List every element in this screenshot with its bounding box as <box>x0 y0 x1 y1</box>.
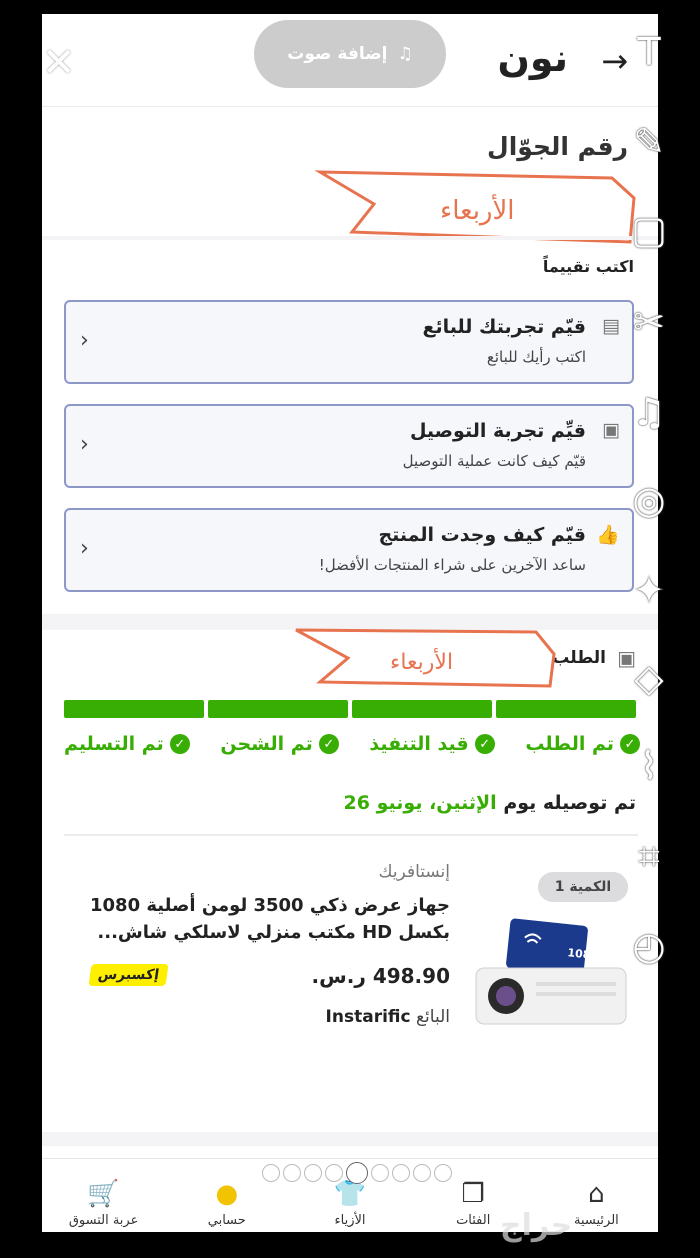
nav-label: الأزياء <box>334 1213 366 1228</box>
delivery-box-icon: ▣ <box>602 419 620 441</box>
add-audio-button[interactable]: ♫ إضافة صوت <box>254 20 446 88</box>
page-dot-active <box>346 1162 368 1184</box>
nav-label: الرئيسية <box>574 1213 619 1228</box>
product-price: 498.90 ر.س. <box>311 964 450 988</box>
rate-seller-card[interactable]: ▤ قيّم تجربتك للبائع اكتب رأيك للبائع ‹ <box>64 300 634 384</box>
step-label: تم الطلب <box>525 733 614 755</box>
product-brand[interactable]: إنستافريك <box>379 862 451 882</box>
nav-label: الفئات <box>456 1213 491 1228</box>
step-ordered: ✓ تم الطلب <box>525 730 640 758</box>
page-dots <box>262 1162 452 1184</box>
add-audio-label: إضافة صوت <box>287 44 388 64</box>
paperclip-icon[interactable]: ⌇ <box>624 744 674 788</box>
rate-heading: اكتب تقييماً <box>542 257 634 276</box>
step-label: تم التسليم <box>64 733 164 755</box>
thumbs-up-icon: 👍 <box>596 524 620 546</box>
seller-prefix: البائع <box>416 1007 450 1027</box>
rate-card-title: قيِّم تجربة التوصيل <box>409 420 586 442</box>
pencil-icon[interactable]: ✎ <box>624 120 674 164</box>
annotation-text-1: الأربعاء <box>440 196 515 226</box>
quantity-badge: الكمية 1 <box>538 872 628 902</box>
page-dot <box>434 1164 452 1182</box>
music-icon[interactable]: ♫ <box>624 390 674 434</box>
page-dot <box>325 1164 343 1182</box>
product-image[interactable]: 1080P <box>472 916 632 1036</box>
lens-icon[interactable]: ◎ <box>624 478 674 522</box>
product-name[interactable]: جهاز عرض ذكي 3500 لومن أصلية 1080 بكسل H… <box>80 892 450 946</box>
rate-card-subtitle: اكتب رأيك للبائع <box>486 348 586 366</box>
step-processing: ✓ قيد التنفيذ <box>369 730 495 758</box>
magic-wand-icon[interactable]: ✦ <box>624 568 674 612</box>
app-screen: ✕ ♫ إضافة صوت نون → رقم الجوّال الأربعاء… <box>42 14 658 1232</box>
rate-card-title: قيّم كيف وجدت المنتج <box>378 524 586 546</box>
close-icon[interactable]: ✕ <box>42 40 76 86</box>
delivery-prefix: تم توصيله يوم <box>503 792 636 814</box>
order-progress-bar <box>64 700 636 718</box>
watermark-logo: حراج <box>500 1208 573 1243</box>
music-note-icon: ♫ <box>397 44 413 64</box>
rate-card-subtitle: ساعد الآخرين على شراء المنتجات الأفضل! <box>318 556 586 574</box>
step-shipped: ✓ تم الشحن <box>220 730 339 758</box>
order-steps: ✓ تم الطلب ✓ قيد التنفيذ ✓ تم الشحن ✓ تم الت… <box>64 730 640 758</box>
page-dot <box>262 1164 280 1182</box>
progress-segment <box>64 700 204 718</box>
user-icon: ● <box>215 1179 239 1209</box>
step-label: قيد التنفيذ <box>369 733 469 755</box>
chevron-left-icon: ‹ <box>80 536 89 561</box>
seller-name[interactable]: Instarific <box>326 1007 411 1027</box>
check-icon: ✓ <box>474 734 495 754</box>
categories-icon: ❐ <box>461 1179 485 1209</box>
chevron-left-icon: ‹ <box>80 432 89 457</box>
noon-logo: نون <box>497 36 568 80</box>
check-icon: ✓ <box>318 734 339 754</box>
rate-delivery-card[interactable]: ▣ قيِّم تجربة التوصيل قيّم كيف كانت عملي… <box>64 404 634 488</box>
page-dot <box>283 1164 301 1182</box>
delivery-date: الإثنين، يونيو 26 <box>343 792 497 814</box>
scissors-icon[interactable]: ✂ <box>624 300 674 344</box>
page-dot <box>304 1164 322 1182</box>
sticker-icon[interactable]: ▢ <box>624 208 674 252</box>
annotation-text-2: الأربعاء <box>390 650 454 675</box>
rate-card-subtitle: قيّم كيف كانت عملية التوصيل <box>402 452 586 470</box>
home-icon: ⌂ <box>588 1179 605 1209</box>
divider <box>64 834 638 836</box>
nav-cart[interactable]: 🛒 عربة التسوق <box>42 1159 165 1232</box>
page-dot <box>371 1164 389 1182</box>
order-label: الطلب <box>552 648 606 668</box>
story-tools: T ✎ ▢ ✂ ♫ ◎ ✦ ◇ ⌇ ⌗ ◴ <box>624 20 684 980</box>
cart-icon: 🛒 <box>87 1179 120 1209</box>
timer-icon[interactable]: ◴ <box>624 924 674 968</box>
rate-card-title: قيّم تجربتك للبائع <box>422 316 586 338</box>
progress-segment <box>496 700 636 718</box>
progress-segment <box>208 700 348 718</box>
progress-segment <box>352 700 492 718</box>
chevron-left-icon: ‹ <box>80 328 89 353</box>
nav-label: حسابي <box>207 1213 246 1228</box>
store-icon: ▤ <box>602 315 620 337</box>
seller-info: البائع Instarific <box>326 1007 450 1027</box>
section-title: رقم الجوّال <box>487 132 628 161</box>
nav-label: عربة التسوق <box>68 1213 139 1228</box>
crop-icon[interactable]: ⌗ <box>624 834 674 879</box>
page-dot <box>413 1164 431 1182</box>
eraser-icon[interactable]: ◇ <box>624 656 674 700</box>
page-dot <box>392 1164 410 1182</box>
delivery-status: تم توصيله يوم الإثنين، يونيو 26 <box>344 792 636 814</box>
top-bar: ✕ ♫ إضافة صوت نون → <box>42 14 658 107</box>
section-separator <box>42 1132 658 1146</box>
check-icon: ✓ <box>169 734 190 754</box>
text-icon[interactable]: T <box>624 30 674 74</box>
step-delivered: ✓ تم التسليم <box>64 730 190 758</box>
express-badge: إكسبرس <box>88 964 169 986</box>
step-label: تم الشحن <box>220 733 313 755</box>
rate-product-card[interactable]: 👍 قيّم كيف وجدت المنتج ساعد الآخرين على … <box>64 508 634 592</box>
divider <box>42 236 658 240</box>
